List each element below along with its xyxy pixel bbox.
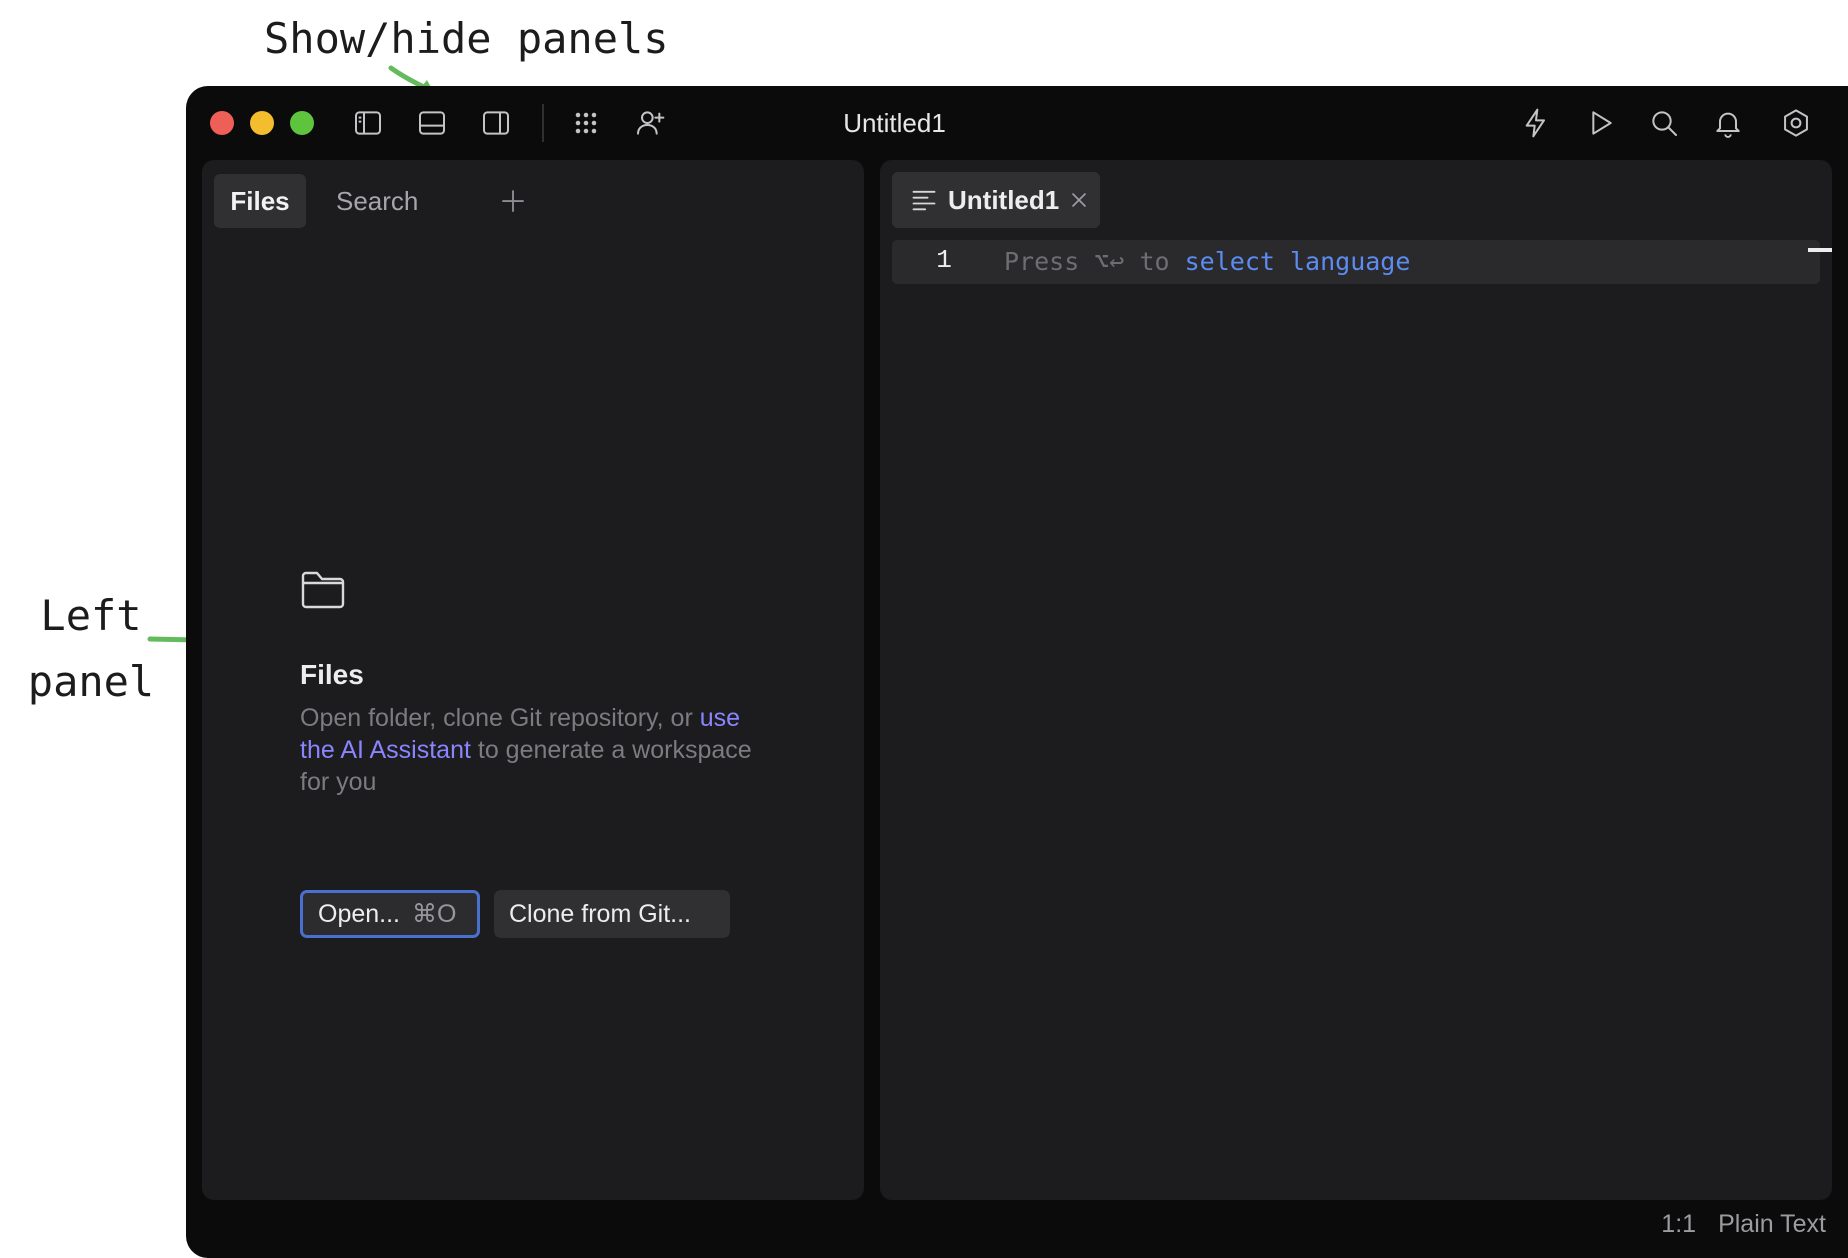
close-tab-icon[interactable] <box>1069 190 1089 210</box>
window-close-button[interactable] <box>210 111 234 135</box>
annotation-left-panel: Left panel <box>24 583 158 715</box>
annotation-show-hide-panels: Show/hide panels <box>264 14 669 63</box>
right-panel-toggle-icon[interactable] <box>478 105 514 141</box>
folder-icon <box>300 570 346 610</box>
window-title: Untitled1 <box>843 108 946 138</box>
empty-state-actions: Open... ⌘O Clone from Git... <box>300 890 730 938</box>
open-button[interactable]: Open... ⌘O <box>300 890 480 938</box>
annotation-left-line1: Left <box>40 591 142 640</box>
run-icon[interactable] <box>1582 105 1618 141</box>
bottom-panel-toggle-icon[interactable] <box>414 105 450 141</box>
apps-grid-icon[interactable] <box>568 105 604 141</box>
select-language-link[interactable]: select language <box>1185 247 1411 276</box>
files-empty-state: Files Open folder, clone Git repository,… <box>300 570 770 798</box>
editor-placeholder: Press ⌥↩ to select language <box>1004 240 1410 284</box>
title-bar: Untitled1 <box>186 86 1848 160</box>
bell-icon[interactable] <box>1710 105 1746 141</box>
left-panel: Files Search Files Open folder, clone Gi… <box>202 160 864 1200</box>
empty-state-description: Open folder, clone Git repository, or us… <box>300 702 770 798</box>
search-icon[interactable] <box>1646 105 1682 141</box>
lightning-icon[interactable] <box>1518 105 1554 141</box>
line-number: 1 <box>936 245 952 275</box>
app-window: Untitled1 Files Search Files Open folder… <box>186 86 1848 1258</box>
toolbar-divider <box>542 104 544 142</box>
annotation-left-line2: panel <box>27 657 155 706</box>
editor-tab-label: Untitled1 <box>948 184 1060 215</box>
add-tab-icon[interactable] <box>498 186 528 216</box>
tab-files[interactable]: Files <box>214 174 306 228</box>
window-zoom-button[interactable] <box>290 111 314 135</box>
empty-state-text-1: Open folder, clone Git repository, or <box>300 704 700 732</box>
text-file-icon <box>910 186 938 214</box>
scroll-position-marker <box>1808 248 1832 252</box>
empty-state-heading: Files <box>300 659 364 690</box>
status-bar: 1:1 Plain Text <box>1661 1204 1826 1244</box>
editor-tab-untitled[interactable]: Untitled1 <box>892 172 1100 228</box>
cursor-position[interactable]: 1:1 <box>1661 1210 1696 1239</box>
left-panel-toggle-icon[interactable] <box>350 105 386 141</box>
clone-from-git-button[interactable]: Clone from Git... <box>494 890 730 938</box>
window-minimize-button[interactable] <box>250 111 274 135</box>
add-user-icon[interactable] <box>632 105 668 141</box>
open-button-label: Open... <box>318 899 400 928</box>
placeholder-prefix: Press ⌥↩ to <box>1004 247 1185 276</box>
editor-current-line[interactable]: 1 Press ⌥↩ to select language <box>892 240 1820 284</box>
language-selector[interactable]: Plain Text <box>1718 1210 1826 1239</box>
editor-panel: Untitled1 1 Press ⌥↩ to select language <box>880 160 1832 1200</box>
settings-icon[interactable] <box>1778 105 1814 141</box>
open-shortcut: ⌘O <box>412 900 457 928</box>
tab-search[interactable]: Search <box>336 174 418 228</box>
